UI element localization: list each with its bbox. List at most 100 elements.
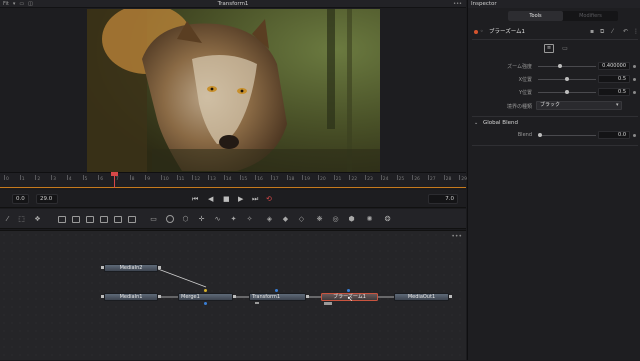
paint-icon[interactable]: ∿ (212, 214, 223, 224)
keyframe-icon[interactable] (633, 78, 636, 81)
y-position-slider[interactable] (538, 90, 596, 94)
tool-bar: ⁄ ⬚ ❖ ▭ ⬡ ✛ ∿ ✦ ✧ ◈ ◆ ◇ ❋ ◎ ⬢ ✺ ❂ (0, 209, 466, 229)
node-merge1[interactable]: Merge1 (178, 293, 233, 301)
go-to-end-icon[interactable]: ⏭ (252, 194, 258, 204)
3d-icon[interactable]: ⬢ (346, 214, 357, 224)
ruler-tick (35, 175, 37, 180)
ruler-tick-label: 23 (367, 177, 373, 182)
timeline-ruler[interactable]: 0 1 2 3 4 5 6 7 8 9 10 11 12 13 14 15 16 17 18 19 20 21 22 23 24… (0, 172, 467, 188)
pipette-icon[interactable]: ⁄ (612, 27, 613, 37)
settings-tab-icon[interactable]: ▭ (560, 44, 570, 53)
transport-bar: 0.0 29.0 ⏮ ◀ ■ ▶ ⏭ ⟲ 7.0 (0, 190, 466, 208)
tool-icon[interactable] (112, 214, 123, 224)
zoom-strength-slider[interactable] (538, 64, 596, 68)
tool-name: ブラーズーム1 (489, 29, 526, 35)
particle-icon[interactable]: ✧ (244, 214, 255, 224)
node-output-port[interactable] (158, 295, 161, 298)
start-time-field[interactable]: 0.0 (12, 194, 29, 204)
ruler-tick-label: 17 (272, 177, 279, 182)
node-transform1[interactable]: Transform1 (249, 293, 306, 301)
3d-icon[interactable]: ◇ (296, 214, 307, 224)
x-position-slider[interactable] (538, 77, 596, 81)
node-mediain2[interactable]: MediaIn2 (104, 264, 158, 272)
3d-icon[interactable]: ◆ (280, 214, 291, 224)
play-icon[interactable]: ▶ (238, 194, 243, 204)
blend-field[interactable]: 0.0 (598, 131, 630, 139)
more-icon[interactable]: ⋮ (633, 27, 639, 37)
bspline-icon[interactable]: ✛ (196, 214, 207, 224)
node-preview-toggle[interactable] (324, 302, 332, 305)
end-time-field[interactable]: 29.0 (36, 194, 58, 204)
ruler-tick-label: 19 (304, 177, 311, 182)
node-preview-toggle[interactable] (255, 302, 259, 304)
ruler-tick (396, 175, 398, 180)
copy-icon[interactable]: ⧉ (600, 27, 604, 37)
go-to-start-icon[interactable]: ⏮ (192, 194, 198, 204)
node-output-port[interactable] (306, 295, 309, 298)
3d-icon[interactable]: ✺ (364, 214, 375, 224)
particle-icon[interactable]: ✦ (228, 214, 239, 224)
3d-icon[interactable]: ❂ (382, 214, 393, 224)
x-position-field[interactable]: 0.5 (598, 75, 630, 83)
tool-icon[interactable]: ⬚ (16, 214, 27, 224)
edge-type-dropdown[interactable]: ブラック (536, 101, 622, 110)
3d-icon[interactable]: ◎ (330, 214, 341, 224)
tool-icon[interactable] (126, 214, 137, 224)
more-icon[interactable]: ••• (453, 1, 462, 7)
keyframe-icon[interactable] (633, 65, 636, 68)
y-position-field[interactable]: 0.5 (598, 88, 630, 96)
reset-icon[interactable]: ↶ (623, 27, 628, 37)
playhead-handle[interactable] (110, 172, 118, 176)
ruler-tick (349, 175, 351, 180)
enable-toggle-icon[interactable] (474, 30, 478, 34)
tool-icon[interactable]: ❖ (32, 214, 43, 224)
current-time-field[interactable]: 7.0 (428, 194, 458, 204)
3d-icon[interactable]: ❋ (314, 214, 325, 224)
node-mediaout1[interactable]: MediaOut1 (394, 293, 449, 301)
chevron-down-icon[interactable]: ⌄ (474, 120, 478, 126)
tool-icon[interactable] (70, 214, 81, 224)
3d-icon[interactable]: ◈ (264, 214, 275, 224)
play-reverse-icon[interactable]: ◀ (208, 194, 213, 204)
node-mediain1[interactable]: MediaIn1 (104, 293, 158, 301)
node-output-port[interactable] (101, 295, 104, 298)
param-label: X位置 (518, 77, 532, 83)
chevron-down-icon[interactable]: ▾ (616, 102, 619, 108)
tool-icon[interactable] (84, 214, 95, 224)
node-output-port[interactable] (101, 266, 104, 269)
merge-background-input[interactable] (204, 289, 207, 292)
blur-zoom-input[interactable] (347, 289, 350, 292)
merge-mask-input[interactable] (204, 302, 207, 305)
tool-header[interactable]: ◦ ブラーズーム1 ▪ ⧉ ⁄ ↶ ⋮ (472, 27, 639, 37)
tab-modifiers[interactable]: Modifiers (563, 11, 618, 21)
section-global-blend[interactable]: Global Blend (483, 120, 518, 126)
tool-icon[interactable] (98, 214, 109, 224)
loop-icon[interactable]: ⟲ (266, 194, 272, 204)
ruler-tick-label: 13 (210, 177, 216, 182)
tool-icon[interactable] (56, 214, 67, 224)
ruler-tick-label: 5 (84, 177, 88, 182)
transform-input[interactable] (275, 289, 278, 292)
stop-icon[interactable]: ■ (223, 194, 230, 204)
blend-slider[interactable] (538, 133, 596, 137)
node-editor[interactable]: ••• MediaIn2 MediaIn1 Merge1 Transform1 … (0, 230, 466, 360)
ruler-tick (223, 175, 225, 180)
controls-tab-icon[interactable]: ≡ (544, 44, 554, 53)
gear-icon[interactable]: ▪ (590, 27, 594, 37)
param-label: Blend (517, 132, 532, 138)
ruler-tick-label: 18 (288, 177, 295, 182)
keyframe-icon[interactable] (633, 134, 636, 137)
ellipse-icon[interactable] (164, 214, 175, 224)
polygon-icon[interactable]: ⬡ (180, 214, 191, 224)
node-output-port[interactable] (158, 266, 161, 269)
ruler-tick-label: 25 (398, 177, 405, 182)
zoom-strength-field[interactable]: 0.400000 (598, 62, 630, 70)
rectangle-icon[interactable]: ▭ (148, 214, 159, 224)
node-output-port[interactable] (449, 295, 452, 298)
tab-tools[interactable]: Tools (508, 11, 563, 21)
node-output-port[interactable] (233, 295, 236, 298)
ruler-tick (208, 175, 210, 180)
keyframe-icon[interactable] (633, 91, 636, 94)
tool-icon[interactable]: ⁄ (2, 214, 13, 224)
mouse-cursor-icon: ↖ (347, 295, 353, 303)
